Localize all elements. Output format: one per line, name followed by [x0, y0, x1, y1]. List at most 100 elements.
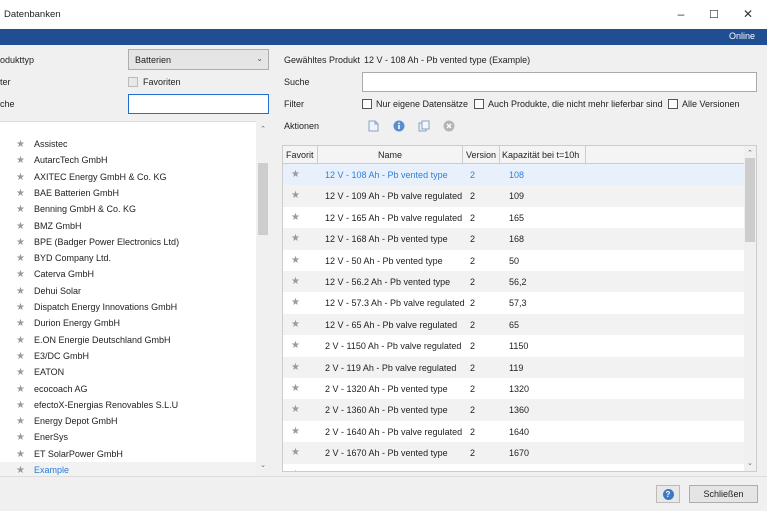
grid-scroll-down-icon[interactable]: ⌄ — [744, 459, 756, 467]
close-button[interactable]: Schließen — [689, 485, 758, 503]
table-row[interactable]: ★ 12 V - 109 Ah - Pb valve regulated 2 109 — [283, 185, 745, 207]
star-icon[interactable]: ★ — [16, 465, 25, 476]
discontinued-checkbox[interactable] — [474, 99, 484, 109]
table-row[interactable]: ★ 12 V - 65 Ah - Pb valve regulated 2 65 — [283, 313, 745, 336]
produkttyp-select[interactable]: Batterien ⌄ — [128, 49, 269, 70]
manufacturer-item[interactable]: ★ Example — [0, 462, 256, 476]
favorite-star-icon[interactable]: ★ — [291, 212, 300, 223]
manufacturer-item[interactable]: ★ Benning GmbH & Co. KG — [0, 201, 256, 217]
manufacturer-item[interactable]: ★ Dehui Solar — [0, 283, 256, 299]
favorite-star-icon[interactable]: ★ — [291, 469, 300, 471]
grid-scrollbar[interactable]: ⌃ ⌄ — [744, 146, 756, 471]
maximize-button[interactable]: ☐ — [703, 4, 725, 24]
star-icon[interactable]: ★ — [16, 269, 25, 280]
own-records-checkbox[interactable] — [362, 99, 372, 109]
favorite-star-icon[interactable]: ★ — [291, 255, 300, 266]
star-icon[interactable]: ★ — [16, 188, 25, 199]
table-row[interactable]: ★ 2 V - 1150 Ah - Pb valve regulated 2 1150 — [283, 335, 745, 356]
star-icon[interactable]: ★ — [16, 400, 25, 411]
scroll-down-icon[interactable]: ⌄ — [257, 461, 269, 469]
table-row[interactable]: ★ 12 V - 165 Ah - Pb valve regulated 2 165 — [283, 207, 745, 228]
manufacturer-item[interactable]: ★ Caterva GmbH — [0, 266, 256, 282]
product-search-input[interactable] — [362, 72, 757, 92]
manufacturer-item[interactable]: ★ BPE (Badger Power Electronics Ltd) — [0, 234, 256, 250]
star-icon[interactable]: ★ — [16, 335, 25, 346]
help-button[interactable]: ? — [656, 485, 680, 503]
manufacturer-item[interactable]: ★ efectoX-Energias Renovables S.L.U — [0, 397, 256, 413]
star-icon[interactable]: ★ — [16, 221, 25, 232]
favorite-star-icon[interactable]: ★ — [291, 276, 300, 287]
manufacturer-search-input[interactable] — [128, 94, 269, 114]
info-icon[interactable] — [393, 120, 405, 134]
star-icon[interactable]: ★ — [16, 155, 25, 166]
favorite-star-icon[interactable]: ★ — [291, 233, 300, 244]
manufacturer-item[interactable]: ★ E3/DC GmbH — [0, 348, 256, 364]
manufacturer-item[interactable]: ★ EATON — [0, 364, 256, 380]
new-icon[interactable] — [368, 120, 379, 132]
favorite-star-icon[interactable]: ★ — [291, 190, 300, 201]
star-icon[interactable]: ★ — [16, 302, 25, 313]
grid-scrollbar-thumb[interactable] — [745, 158, 755, 242]
table-row[interactable]: ★ 2 V - 1320 Ah - Pb vented type 2 1320 — [283, 378, 745, 399]
star-icon[interactable]: ★ — [16, 204, 25, 215]
table-row[interactable]: ★ 12 V - 168 Ah - Pb vented type 2 168 — [283, 228, 745, 250]
scroll-up-icon[interactable]: ⌃ — [257, 125, 269, 133]
star-icon[interactable]: ★ — [16, 253, 25, 264]
manufacturer-item[interactable]: ★ Assistec — [0, 136, 256, 152]
favorite-star-icon[interactable]: ★ — [291, 383, 300, 394]
table-row[interactable]: ★ 2 V - 119 Ah - Pb valve regulated 2 119 — [283, 356, 745, 378]
favorite-star-icon[interactable]: ★ — [291, 297, 300, 308]
star-icon[interactable]: ★ — [16, 367, 25, 378]
favorite-star-icon[interactable]: ★ — [291, 169, 300, 180]
column-header-capacity[interactable]: Kapazität bei t=10h — [500, 146, 586, 164]
table-row[interactable]: ★ 2 V - 170 Ah - Pb valve regulated 2 170 — [283, 464, 745, 471]
copy-icon[interactable] — [418, 120, 430, 134]
manufacturer-item[interactable]: ★ BMZ GmbH — [0, 218, 256, 234]
manufacturer-item[interactable]: ★ BAE Batterien GmbH — [0, 185, 256, 201]
table-row[interactable]: ★ 12 V - 108 Ah - Pb vented type 2 108 — [283, 164, 745, 186]
favorite-star-icon[interactable]: ★ — [291, 362, 300, 373]
manufacturer-item[interactable]: ★ E.ON Energie Deutschland GmbH — [0, 332, 256, 348]
column-header-favorit[interactable]: Favorit — [283, 146, 318, 164]
star-icon[interactable]: ★ — [16, 432, 25, 443]
manufacturer-item[interactable]: ★ BYD Company Ltd. — [0, 250, 256, 266]
star-icon[interactable]: ★ — [16, 416, 25, 427]
star-icon[interactable]: ★ — [16, 351, 25, 362]
grid-scroll-up-icon[interactable]: ⌃ — [744, 149, 756, 157]
table-row[interactable]: ★ 2 V - 1640 Ah - Pb valve regulated 2 1640 — [283, 421, 745, 442]
table-row[interactable]: ★ 12 V - 57.3 Ah - Pb valve regulated 2 57,… — [283, 292, 745, 313]
star-icon[interactable]: ★ — [16, 449, 25, 460]
favorite-star-icon[interactable]: ★ — [291, 340, 300, 351]
manufacturer-item[interactable]: ★ AutarcTech GmbH — [0, 152, 256, 168]
manufacturer-item[interactable]: ★ Energy Depot GmbH — [0, 413, 256, 429]
star-icon[interactable]: ★ — [16, 139, 25, 150]
manufacturer-list-scrollbar[interactable]: ⌃ ⌄ — [256, 121, 270, 476]
table-row[interactable]: ★ 12 V - 56.2 Ah - Pb vented type 2 56,2 — [283, 271, 745, 293]
table-row[interactable]: ★ 2 V - 1360 Ah - Pb vented type 2 1360 — [283, 399, 745, 421]
manufacturer-item[interactable]: ★ EnerSys — [0, 429, 256, 445]
table-row[interactable]: ★ 2 V - 1670 Ah - Pb vented type 2 1670 — [283, 442, 745, 464]
manufacturer-item[interactable]: ★ Dispatch Energy Innovations GmbH — [0, 299, 256, 315]
star-icon[interactable]: ★ — [16, 237, 25, 248]
star-icon[interactable]: ★ — [16, 384, 25, 395]
manufacturer-item[interactable]: ★ AXITEC Energy GmbH & Co. KG — [0, 169, 256, 185]
table-row[interactable]: ★ 12 V - 50 Ah - Pb vented type 2 50 — [283, 250, 745, 271]
favoriten-checkbox[interactable] — [128, 77, 138, 87]
favorite-star-icon[interactable]: ★ — [291, 404, 300, 415]
column-header-version[interactable]: Version — [463, 146, 500, 164]
scrollbar-thumb[interactable] — [258, 163, 268, 235]
star-icon[interactable]: ★ — [16, 318, 25, 329]
star-icon[interactable]: ★ — [16, 286, 25, 297]
close-window-button[interactable]: ✕ — [737, 4, 759, 24]
manufacturer-item[interactable]: ★ ET SolarPower GmbH — [0, 446, 256, 462]
favorite-star-icon[interactable]: ★ — [291, 426, 300, 437]
delete-icon[interactable] — [443, 120, 455, 134]
favorite-star-icon[interactable]: ★ — [291, 447, 300, 458]
favorite-star-icon[interactable]: ★ — [291, 319, 300, 330]
manufacturer-item[interactable]: ★ Durion Energy GmbH — [0, 315, 256, 331]
star-icon[interactable]: ★ — [16, 172, 25, 183]
minimize-button[interactable]: – — [670, 4, 692, 24]
manufacturer-item[interactable]: ★ ecocoach AG — [0, 381, 256, 397]
all-versions-checkbox[interactable] — [668, 99, 678, 109]
column-header-name[interactable]: Name — [318, 146, 463, 164]
